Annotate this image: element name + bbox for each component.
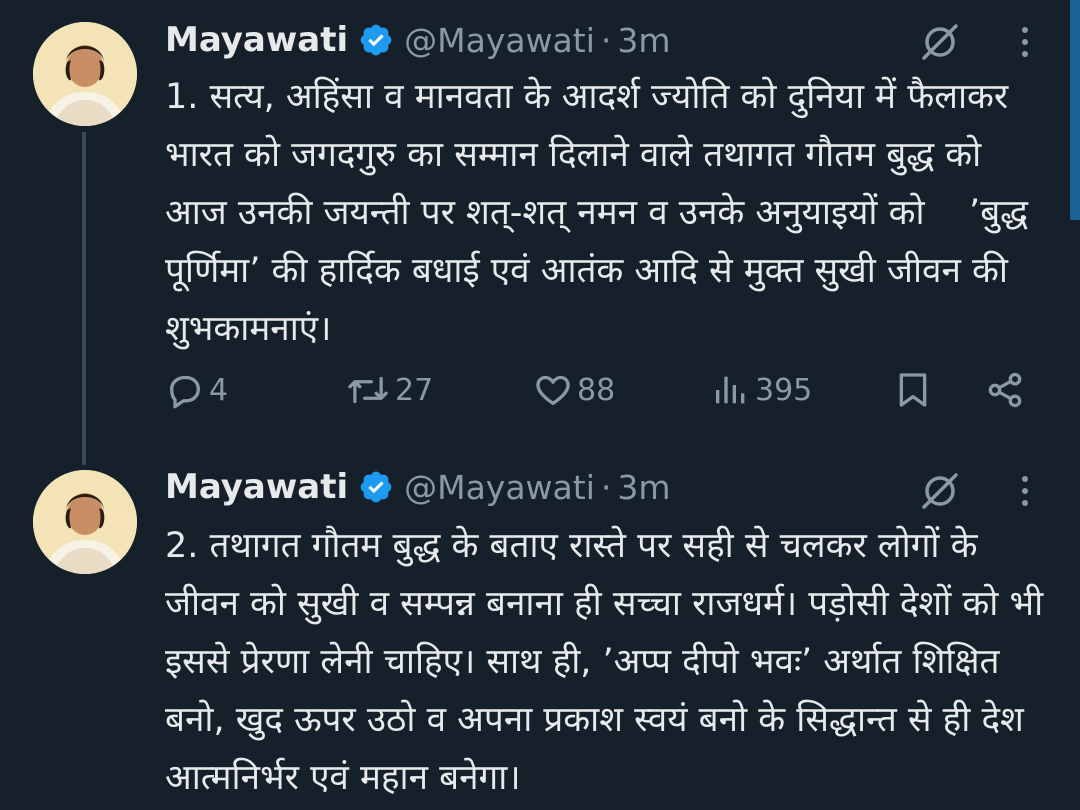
share-icon [988,372,1022,408]
more-vertical-icon[interactable] [1015,22,1035,62]
retweet-count: 27 [395,372,434,408]
tweet-text: 1. सत्य, अहिंसा व मानवता के आदर्श ज्योति… [165,77,1040,349]
views-chart-icon [716,376,745,404]
tweet-time[interactable]: 3m [617,468,670,507]
like-count: 88 [577,372,616,408]
author-handle[interactable]: @Mayawati [404,21,595,60]
reply-count: 4 [209,372,229,408]
bookmark-icon [899,373,927,407]
thread-line [82,132,86,465]
tweet-2[interactable]: Mayawati @Mayawati · 3m 2. तथागत गौतम बु… [0,455,1080,810]
tweet-1[interactable]: Mayawati @Mayawati · 3m 1. सत्य, अहिंसा … [0,0,1080,465]
retweet-button[interactable]: 27 [345,360,433,420]
avatar-image [33,470,137,574]
like-button[interactable]: 88 [533,360,615,420]
tweet-actions: 4 27 88 395 [165,360,1045,420]
avatar-image [33,22,137,126]
separator-dot: · [600,20,612,60]
reply-button[interactable]: 4 [165,360,228,420]
separator-dot: · [600,467,612,507]
avatar[interactable] [33,22,137,126]
avatar[interactable] [33,470,137,574]
tweet-time[interactable]: 3m [617,21,670,60]
views-count: 395 [755,372,813,408]
reply-icon [170,375,200,409]
verified-badge-icon[interactable] [358,469,394,505]
author-name[interactable]: Mayawati [165,20,348,60]
tweet-header: Mayawati @Mayawati · 3m [165,465,671,509]
author-handle[interactable]: @Mayawati [404,468,595,507]
views-button[interactable]: 395 [711,360,812,420]
bookmark-button[interactable] [893,360,933,420]
scrollbar[interactable] [1070,0,1080,220]
retweet-icon [348,376,388,404]
verified-badge-icon[interactable] [358,22,394,58]
share-button[interactable] [985,360,1025,420]
grok-icon[interactable] [918,469,962,513]
author-name[interactable]: Mayawati [165,467,348,507]
more-vertical-icon[interactable] [1015,471,1035,511]
tweet-text: 2. तथागत गौतम बुद्ध के बताए रास्ते पर सह… [165,526,1055,798]
heart-icon [536,375,570,405]
grok-icon[interactable] [918,20,962,64]
tweet-header: Mayawati @Mayawati · 3m [165,18,671,62]
